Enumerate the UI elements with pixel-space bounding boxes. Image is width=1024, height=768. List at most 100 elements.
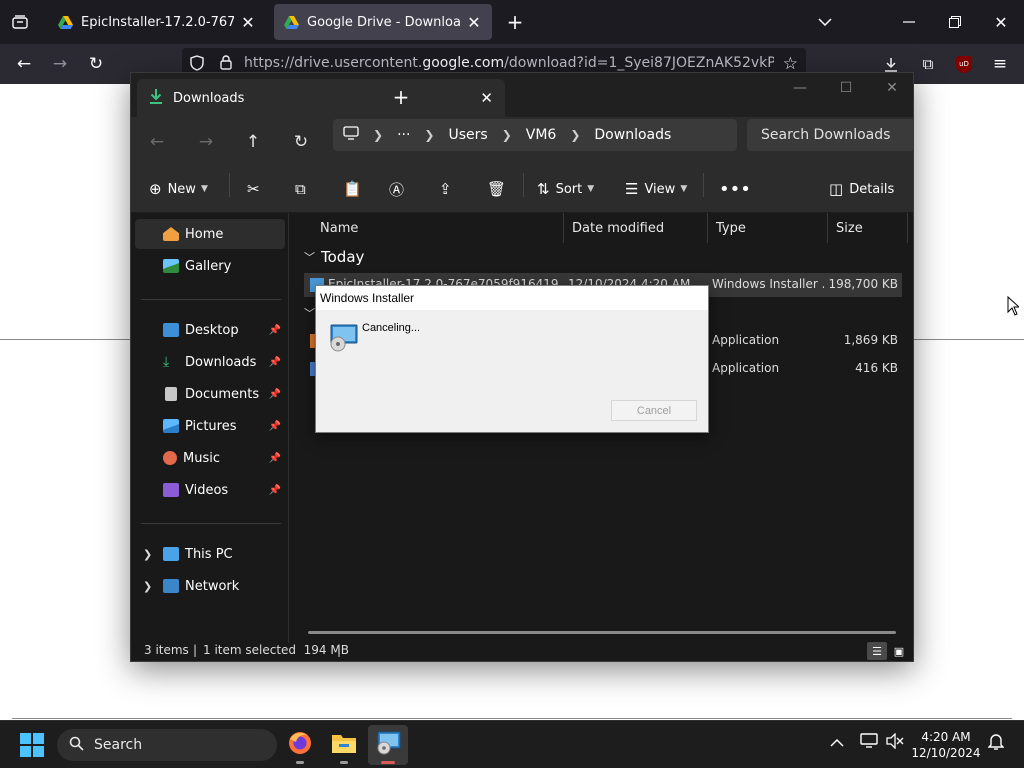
chevron-right-icon[interactable]: ❯	[143, 580, 152, 593]
chevron-right-icon[interactable]: ❯	[502, 128, 512, 142]
view-button[interactable]: ☰ View ▼	[625, 175, 687, 203]
sidebar-item-downloads[interactable]: ⤓ Downloads 📌	[135, 347, 285, 377]
sort-button[interactable]: ⇅ Sort ▼	[537, 175, 594, 203]
chevron-right-icon[interactable]: ❯	[570, 128, 580, 142]
ublock-origin-icon[interactable]: uD	[951, 52, 977, 76]
firefox-icon	[287, 730, 313, 760]
column-header-name[interactable]: Name	[312, 213, 564, 243]
file-type: Application	[712, 361, 780, 375]
sidebar-item-documents[interactable]: Documents 📌	[135, 379, 285, 409]
copy-button[interactable]: ⧉	[295, 175, 312, 203]
column-header-size[interactable]: Size	[828, 213, 908, 243]
more-options-button[interactable]: •••	[719, 175, 751, 203]
overflow-dots-icon[interactable]: ···	[397, 127, 410, 143]
minimize-icon[interactable]: —	[777, 73, 823, 103]
notification-bell-icon[interactable]	[987, 733, 1005, 754]
taskbar-firefox[interactable]	[280, 725, 320, 765]
browser-tab-epicinstaller[interactable]: EpicInstaller-17.2.0-767e7059f9 ✕	[48, 4, 266, 40]
pin-icon[interactable]: 📌	[269, 389, 281, 400]
cancel-button[interactable]: Cancel	[611, 400, 697, 421]
new-button[interactable]: ⊕ New ▼	[149, 175, 208, 203]
pin-icon[interactable]: 📌	[269, 357, 281, 368]
pin-icon[interactable]: 📌	[269, 485, 281, 496]
details-label: Details	[849, 181, 895, 197]
tiles-view-button[interactable]: ▣	[889, 642, 909, 660]
share-button[interactable]: ⇪	[439, 175, 458, 203]
details-button[interactable]: ◫ Details	[829, 175, 894, 203]
volume-muted-icon[interactable]	[886, 732, 904, 753]
view-label: View	[644, 181, 676, 197]
maximize-icon[interactable]: ☐	[823, 73, 869, 103]
pin-icon[interactable]: 📌	[269, 453, 281, 464]
back-arrow-icon[interactable]: ←	[143, 129, 171, 155]
list-tabs-chevron-icon[interactable]	[812, 0, 838, 44]
show-hidden-icons-chevron-icon[interactable]	[830, 733, 844, 752]
sidebar-item-music[interactable]: Music 📌	[135, 443, 285, 473]
pin-icon[interactable]: 📌	[269, 421, 281, 432]
taskbar-file-explorer[interactable]	[324, 725, 364, 765]
navigation-pane: Home Gallery Desktop 📌 ⤓ Downloads 📌 Doc…	[131, 213, 289, 643]
close-tab-icon[interactable]: ✕	[240, 13, 256, 32]
taskbar-search-box[interactable]: Search	[57, 729, 277, 761]
details-view-button[interactable]: ☰	[867, 642, 887, 660]
forward-arrow-icon[interactable]: →	[47, 52, 73, 76]
forward-arrow-icon[interactable]: →	[192, 129, 220, 155]
explorer-tab-downloads[interactable]: Downloads ✕	[137, 79, 505, 117]
close-window-icon[interactable]: ✕	[988, 0, 1014, 44]
close-tab-icon[interactable]: ✕	[466, 13, 482, 32]
breadcrumb-users[interactable]: Users	[448, 127, 487, 143]
menu-hamburger-icon[interactable]: ≡	[987, 52, 1013, 76]
tab-label: EpicInstaller-17.2.0-767e7059f9	[81, 14, 234, 30]
column-header-type[interactable]: Type	[708, 213, 828, 243]
breadcrumb-vm6[interactable]: VM6	[526, 127, 557, 143]
new-tab-icon[interactable]: +	[502, 0, 528, 44]
up-arrow-icon[interactable]: ↑	[239, 129, 267, 155]
pin-icon[interactable]: 📌	[269, 325, 281, 336]
back-arrow-icon[interactable]: ←	[11, 52, 37, 76]
chevron-right-icon[interactable]: ❯	[424, 128, 434, 142]
search-downloads-input[interactable]: Search Downloads	[747, 119, 913, 151]
column-header-date-modified[interactable]: Date modified	[564, 213, 708, 243]
paste-button[interactable]: 📋	[343, 175, 368, 203]
trash-icon: 🗑	[487, 180, 507, 198]
column-label: Size	[836, 220, 863, 236]
taskbar-clock[interactable]: 4:20 AM 12/10/2024	[908, 729, 984, 761]
cut-button[interactable]: ✂	[247, 175, 266, 203]
group-header-today[interactable]: ﹀ Today	[304, 245, 364, 269]
taskbar-windows-installer[interactable]	[368, 725, 408, 765]
extensions-puzzle-icon[interactable]: ⧉	[915, 52, 941, 76]
close-tab-icon[interactable]: ✕	[480, 89, 493, 107]
network-monitor-icon[interactable]	[860, 733, 878, 753]
chevron-down-icon: ﹀	[304, 307, 315, 320]
rename-button[interactable]: Ⓐ	[389, 175, 410, 203]
installer-disc-icon	[375, 731, 401, 759]
sidebar-item-pictures[interactable]: Pictures 📌	[135, 411, 285, 441]
reload-icon[interactable]: ↻	[83, 52, 109, 76]
chevron-right-icon[interactable]: ❯	[373, 128, 383, 142]
sidebar-item-desktop[interactable]: Desktop 📌	[135, 315, 285, 345]
close-window-icon[interactable]: ✕	[869, 73, 913, 103]
refresh-icon[interactable]: ↻	[287, 129, 315, 155]
url-text[interactable]: https://drive.usercontent.google.com/dow…	[244, 55, 774, 71]
breadcrumb[interactable]: ❯ ··· ❯ Users ❯ VM6 ❯ Downloads	[333, 119, 737, 151]
sidebar-item-home[interactable]: Home	[135, 219, 285, 249]
monitor-icon[interactable]	[343, 126, 359, 144]
breadcrumb-downloads[interactable]: Downloads	[594, 127, 671, 143]
sidebar-item-gallery[interactable]: Gallery	[135, 251, 285, 281]
sidebar-item-network[interactable]: ❯ Network	[135, 571, 285, 601]
new-tab-icon[interactable]: +	[379, 81, 423, 113]
browser-tab-google-drive[interactable]: Google Drive - Download warni ✕	[274, 4, 492, 40]
details-pane-icon: ◫	[829, 180, 844, 198]
tab-overview-icon[interactable]	[8, 0, 32, 44]
more-dots-icon: •••	[719, 178, 751, 200]
chevron-right-icon[interactable]: ❯	[143, 548, 152, 561]
minimize-icon[interactable]	[896, 0, 922, 44]
restore-icon[interactable]	[942, 0, 968, 44]
status-bar: 3 items | 1 item selected 194 MB |	[131, 643, 913, 661]
horizontal-scrollbar[interactable]	[308, 631, 896, 634]
start-windows-icon[interactable]	[20, 733, 44, 757]
delete-button[interactable]: 🗑	[487, 175, 512, 203]
sidebar-item-this-pc[interactable]: ❯ This PC	[135, 539, 285, 569]
bookmark-star-icon[interactable]: ☆	[783, 54, 798, 74]
sidebar-item-videos[interactable]: Videos 📌	[135, 475, 285, 505]
